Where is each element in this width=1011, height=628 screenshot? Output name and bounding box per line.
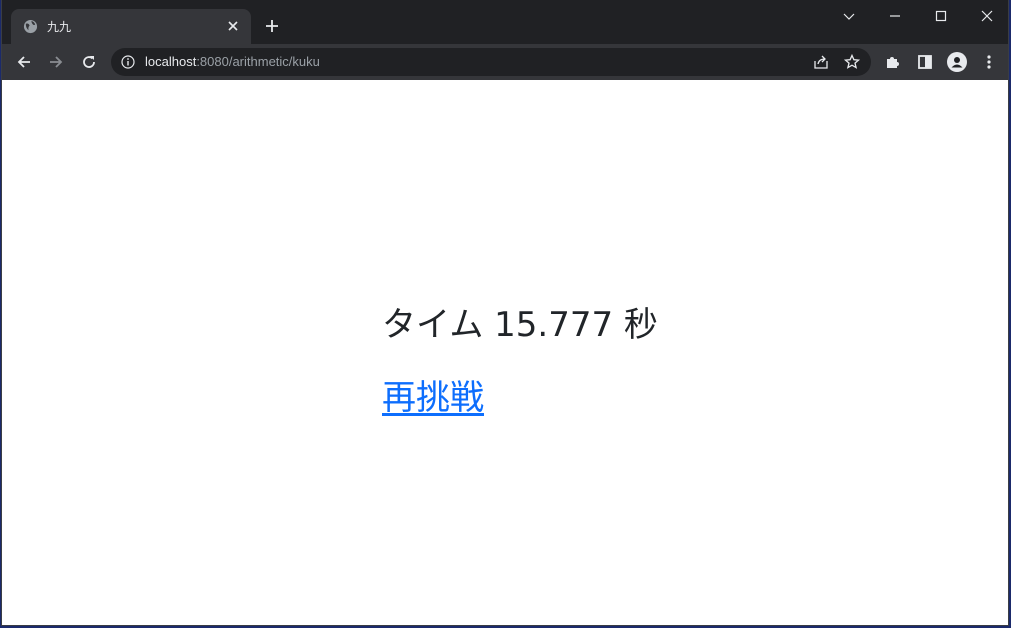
plus-icon[interactable] (263, 17, 281, 35)
tab-strip: 九九 (2, 0, 1008, 44)
maximize-icon[interactable] (933, 8, 949, 24)
chevron-down-icon[interactable] (841, 8, 857, 24)
star-icon[interactable] (843, 53, 861, 71)
close-icon[interactable] (225, 18, 241, 34)
side-panel-icon[interactable] (916, 53, 934, 71)
page-content: タイム 15.777 秒 再挑戦 (2, 80, 1008, 625)
close-icon[interactable] (979, 8, 995, 24)
url-text[interactable]: localhost:8080/arithmetic/kuku (145, 54, 320, 69)
tab-title: 九九 (47, 20, 72, 34)
reload-icon[interactable] (80, 53, 98, 71)
address-bar[interactable]: localhost:8080/arithmetic/kuku (111, 48, 871, 76)
result-time-text: タイム 15.777 秒 (382, 305, 658, 345)
globe-icon (23, 19, 38, 34)
retry-link[interactable]: 再挑戦 (382, 370, 484, 419)
arrow-left-icon[interactable] (15, 53, 33, 71)
browser-window: 九九 localhost:8080/arithmetic/kuku タイム 15… (1, 0, 1009, 626)
url-host: localhost (145, 54, 197, 69)
minimize-icon[interactable] (887, 8, 903, 24)
info-icon[interactable] (121, 55, 135, 69)
puzzle-icon[interactable] (884, 53, 902, 71)
share-icon[interactable] (812, 53, 830, 71)
profile-icon[interactable] (947, 52, 967, 72)
arrow-right-icon[interactable] (47, 53, 65, 71)
tab-active[interactable]: 九九 (11, 9, 251, 44)
browser-toolbar: localhost:8080/arithmetic/kuku (2, 44, 1008, 80)
url-path: :8080/arithmetic/kuku (196, 54, 320, 69)
kebab-menu-icon[interactable] (980, 53, 998, 71)
